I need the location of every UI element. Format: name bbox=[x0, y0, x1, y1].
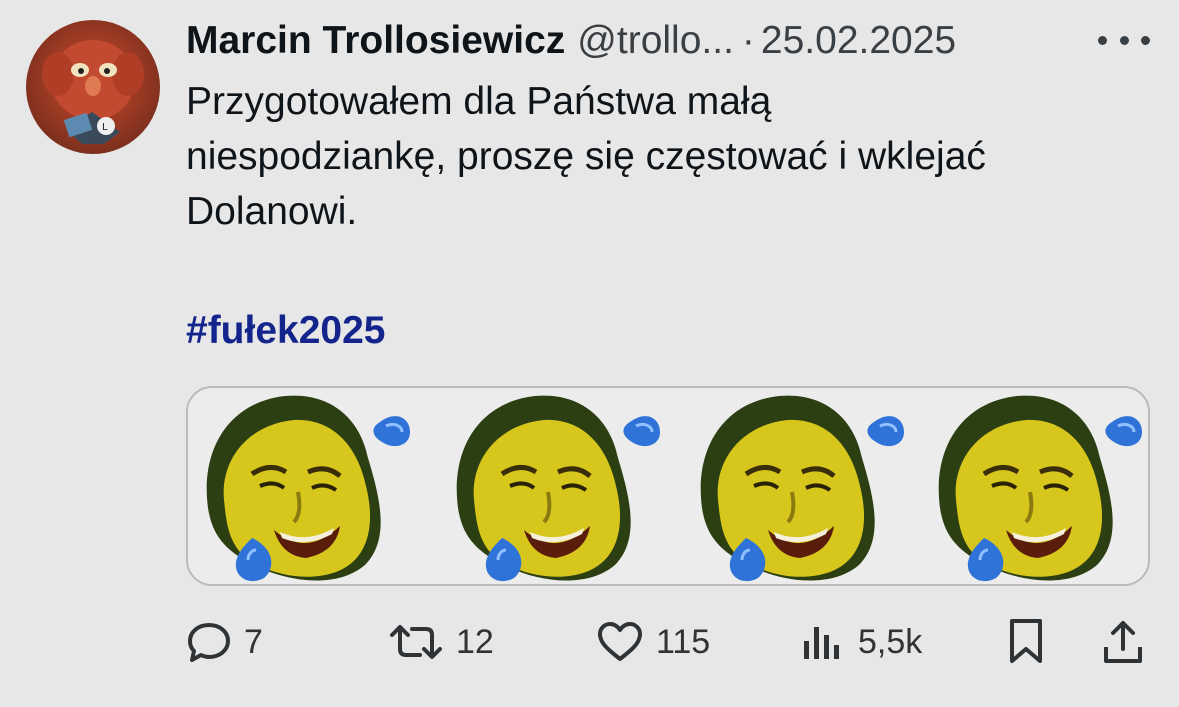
crying-laughing-face-image bbox=[190, 388, 420, 584]
tweet-text-line: niespodziankę, proszę się częstować i wk… bbox=[186, 135, 986, 178]
tweet: L Marcin Trollosiewicz @trollo... · 25.0… bbox=[0, 0, 1179, 707]
avatar-image: L bbox=[42, 40, 144, 144]
tweet-text-line: Dolanowi. bbox=[186, 190, 358, 233]
tweet-text: Przygotowałem dla Państwa małą niespodzi… bbox=[186, 74, 1146, 239]
tweet-header: Marcin Trollosiewicz @trollo... · 25.02.… bbox=[186, 16, 956, 66]
retweet-button[interactable]: 12 bbox=[388, 612, 494, 672]
avatar[interactable]: L bbox=[26, 20, 160, 154]
tweet-text-line: Przygotowałem dla Państwa małą bbox=[186, 80, 772, 123]
dot-2 bbox=[1119, 35, 1129, 45]
bookmark-icon bbox=[1010, 619, 1042, 663]
author-handle[interactable]: @trollo... bbox=[577, 16, 734, 66]
reply-count: 7 bbox=[244, 622, 263, 661]
like-count: 115 bbox=[656, 622, 711, 661]
bookmark-button[interactable] bbox=[1006, 612, 1046, 672]
author-name[interactable]: Marcin Trollosiewicz bbox=[186, 16, 565, 66]
views-bars-icon bbox=[804, 627, 839, 659]
tweet-actions: 7 12 115 5,5k bbox=[0, 612, 1179, 672]
reply-bubble-icon bbox=[188, 623, 230, 662]
retweet-count: 12 bbox=[456, 622, 494, 661]
share-button[interactable] bbox=[1100, 612, 1146, 672]
tweet-date[interactable]: 25.02.2025 bbox=[761, 16, 956, 66]
heart-icon bbox=[598, 622, 642, 661]
crying-laughing-face-image bbox=[440, 388, 670, 584]
svg-text:L: L bbox=[102, 122, 108, 133]
views-button[interactable]: 5,5k bbox=[800, 612, 922, 672]
retweet-icon bbox=[390, 625, 442, 659]
more-dots-icon[interactable] bbox=[1098, 22, 1150, 58]
separator: · bbox=[741, 19, 755, 62]
like-button[interactable]: 115 bbox=[596, 612, 710, 672]
reply-button[interactable]: 7 bbox=[186, 612, 263, 672]
media-image[interactable] bbox=[186, 386, 1150, 586]
share-upload-icon bbox=[1104, 621, 1142, 663]
views-count: 5,5k bbox=[858, 622, 923, 661]
dot-1 bbox=[1098, 35, 1107, 45]
dot-3 bbox=[1141, 35, 1150, 45]
crying-laughing-face-image bbox=[922, 388, 1148, 584]
hashtag-link[interactable]: #fułek2025 bbox=[186, 306, 385, 356]
crying-laughing-face-image bbox=[684, 388, 914, 584]
